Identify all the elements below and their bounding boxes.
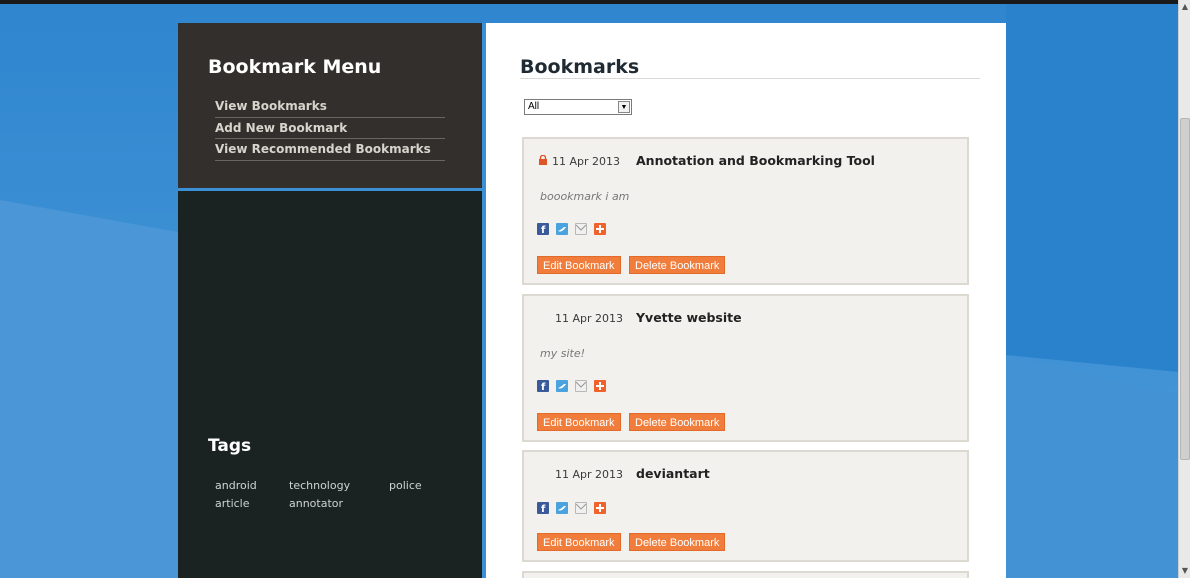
share-icons: f [537,380,608,394]
scroll-down-arrow-icon[interactable]: ▼ [1179,564,1190,578]
tag-link[interactable]: technology [289,479,350,492]
filter-selected-value: All [528,101,540,112]
bookmark-card [522,571,969,578]
svg-text:f: f [541,382,546,392]
email-icon[interactable] [575,223,588,235]
plus-icon[interactable] [594,380,607,392]
vertical-scrollbar[interactable]: ▲ ▼ [1178,0,1190,578]
bookmark-title-link[interactable]: Yvette website [636,310,742,325]
top-border [0,0,1178,4]
edit-bookmark-button[interactable]: Edit Bookmark [537,413,621,431]
filter-select[interactable]: All ▼ [524,99,632,115]
bookmark-card: 11 Apr 2013 Annotation and Bookmarking T… [522,137,969,285]
bookmark-card: 11 Apr 2013 Yvette website my site! f Ed… [522,294,969,442]
menu-item-recommended[interactable]: View Recommended Bookmarks [215,139,445,161]
share-icons: f [537,502,608,516]
scroll-thumb[interactable] [1180,118,1190,460]
tag-link[interactable]: annotator [289,497,343,510]
tag-link[interactable]: android [215,479,257,492]
menu-title: Bookmark Menu [208,56,382,78]
svg-text:f: f [541,225,546,235]
tags-title: Tags [208,436,252,456]
page-title: Bookmarks [520,56,640,78]
delete-bookmark-button[interactable]: Delete Bookmark [629,256,726,274]
email-icon[interactable] [575,502,588,514]
bookmark-date: 11 Apr 2013 [552,155,621,168]
delete-bookmark-button[interactable]: Delete Bookmark [629,413,726,431]
menu-item-add-bookmark[interactable]: Add New Bookmark [215,118,445,139]
twitter-icon[interactable] [556,223,569,235]
plus-icon[interactable] [594,502,607,514]
facebook-icon[interactable]: f [537,223,549,235]
lock-icon [539,155,547,165]
twitter-icon[interactable] [556,502,569,514]
tag-link[interactable]: article [215,497,250,510]
menu-list: View Bookmarks Add New Bookmark View Rec… [215,96,445,161]
delete-bookmark-button[interactable]: Delete Bookmark [629,533,726,551]
share-icons: f [537,223,608,237]
email-icon[interactable] [575,380,588,392]
plus-icon[interactable] [594,223,607,235]
edit-bookmark-button[interactable]: Edit Bookmark [537,256,621,274]
bookmarks-panel: Bookmarks All ▼ 11 Apr 2013 Annotation a… [486,23,1006,578]
title-divider [520,78,980,79]
bookmark-description: boookmark i am [540,190,630,203]
bookmark-date: 11 Apr 2013 [555,312,624,325]
bookmark-description: my site! [540,347,585,360]
facebook-icon[interactable]: f [537,502,549,514]
dropdown-arrow-icon[interactable]: ▼ [618,101,630,113]
bookmark-title-link[interactable]: Annotation and Bookmarking Tool [636,153,875,168]
bookmark-title-link[interactable]: deviantart [636,466,710,481]
facebook-icon[interactable]: f [537,380,549,392]
menu-item-view-bookmarks[interactable]: View Bookmarks [215,96,445,118]
bookmark-card: 11 Apr 2013 deviantart f Edit Bookmark D… [522,450,969,562]
svg-text:f: f [541,504,546,514]
edit-bookmark-button[interactable]: Edit Bookmark [537,533,621,551]
tag-link[interactable]: police [389,479,422,492]
bookmark-date: 11 Apr 2013 [555,468,624,481]
twitter-icon[interactable] [556,380,569,392]
scroll-up-arrow-icon[interactable]: ▲ [1179,0,1190,14]
tags-panel [178,191,482,578]
